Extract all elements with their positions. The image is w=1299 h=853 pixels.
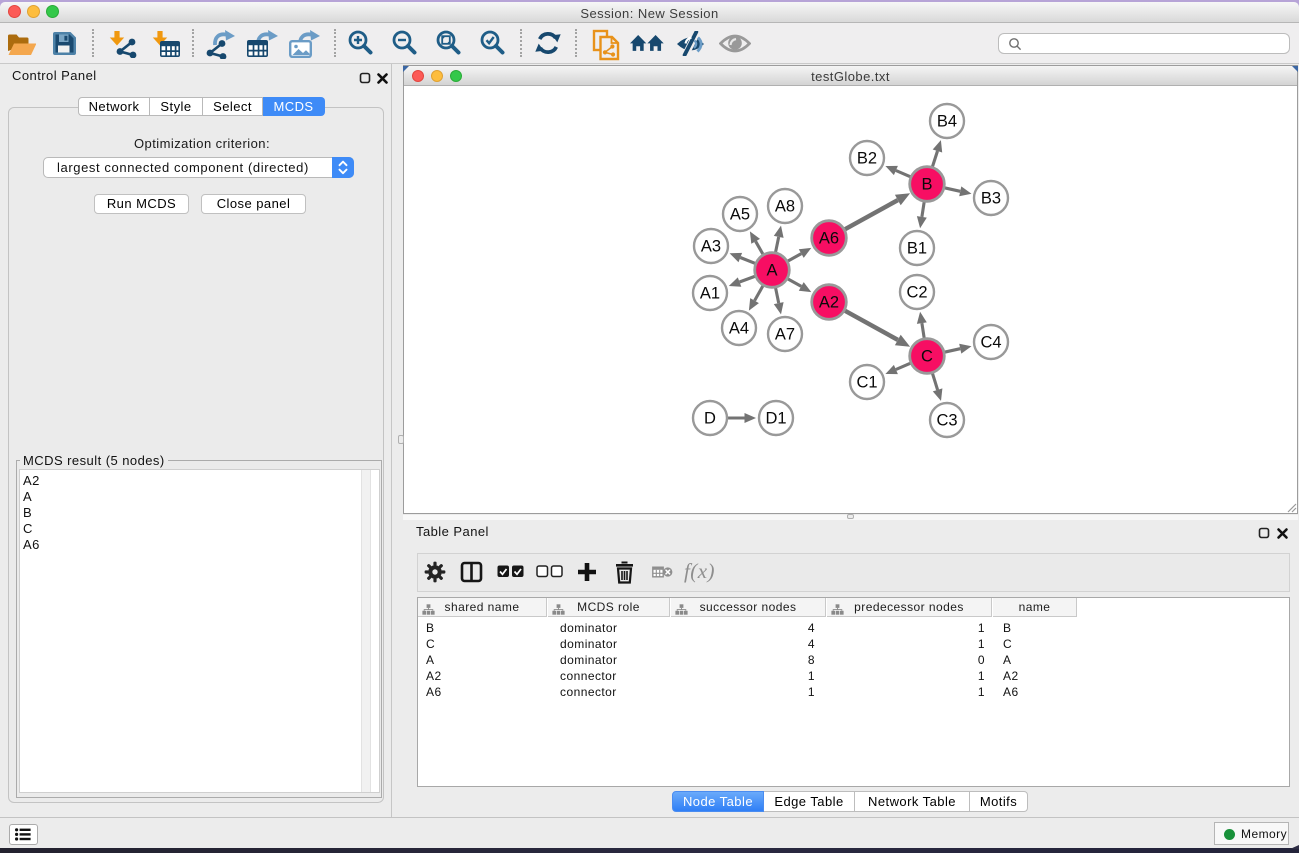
svg-text:C2: C2 bbox=[906, 284, 927, 302]
svg-text:A7: A7 bbox=[775, 326, 795, 344]
svg-text:A8: A8 bbox=[775, 198, 795, 216]
svg-text:A: A bbox=[766, 262, 777, 280]
svg-text:B3: B3 bbox=[981, 190, 1001, 208]
svg-text:D1: D1 bbox=[765, 410, 786, 428]
svg-text:A4: A4 bbox=[729, 320, 749, 338]
svg-text:B1: B1 bbox=[907, 240, 927, 258]
svg-text:A6: A6 bbox=[819, 230, 839, 248]
svg-text:B: B bbox=[921, 176, 932, 194]
svg-text:C1: C1 bbox=[856, 374, 877, 392]
svg-text:A3: A3 bbox=[701, 238, 721, 256]
svg-text:B4: B4 bbox=[937, 113, 957, 131]
svg-text:C4: C4 bbox=[980, 334, 1001, 352]
svg-text:A1: A1 bbox=[700, 285, 720, 303]
svg-text:C: C bbox=[921, 348, 933, 366]
svg-text:A2: A2 bbox=[819, 294, 839, 312]
svg-text:C3: C3 bbox=[936, 412, 957, 430]
svg-text:D: D bbox=[704, 410, 716, 428]
svg-text:A5: A5 bbox=[730, 206, 750, 224]
svg-text:B2: B2 bbox=[857, 150, 877, 168]
